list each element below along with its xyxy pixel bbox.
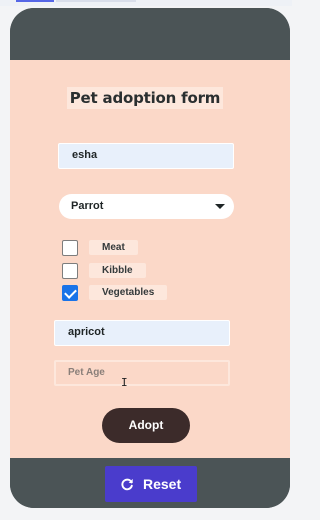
active-tab-indicator [16,0,54,2]
reset-button[interactable]: Reset [105,466,197,502]
footer-bar: Reset [10,458,290,508]
pet-age-field[interactable]: Pet Age [54,360,230,386]
app-frame: Pet adoption form esha Parrot Meat Kibbl… [10,8,290,508]
reset-button-label: Reset [143,476,182,492]
chevron-down-icon [215,204,225,209]
pet-type-select[interactable]: Parrot [59,194,234,219]
kibble-label: Kibble [89,263,146,278]
pet-type-selected-value: Parrot [71,200,104,212]
adopt-button[interactable]: Adopt [102,408,190,443]
meat-label: Meat [89,240,138,255]
browser-top-strip [0,0,292,6]
pet-color-field[interactable]: apricot [54,320,230,346]
vegetables-checkbox[interactable] [62,285,78,301]
vegetables-label: Vegetables [89,285,168,300]
text-cursor-icon: I [121,376,128,389]
form-container: Pet adoption form esha Parrot Meat Kibbl… [10,60,290,458]
kibble-checkbox[interactable] [62,263,78,279]
inactive-tab-indicator [56,0,136,2]
meat-checkbox[interactable] [62,240,78,256]
header-bar [10,8,290,60]
refresh-icon [121,478,133,491]
page-title: Pet adoption form [67,87,223,109]
pet-name-field[interactable]: esha [58,143,234,169]
